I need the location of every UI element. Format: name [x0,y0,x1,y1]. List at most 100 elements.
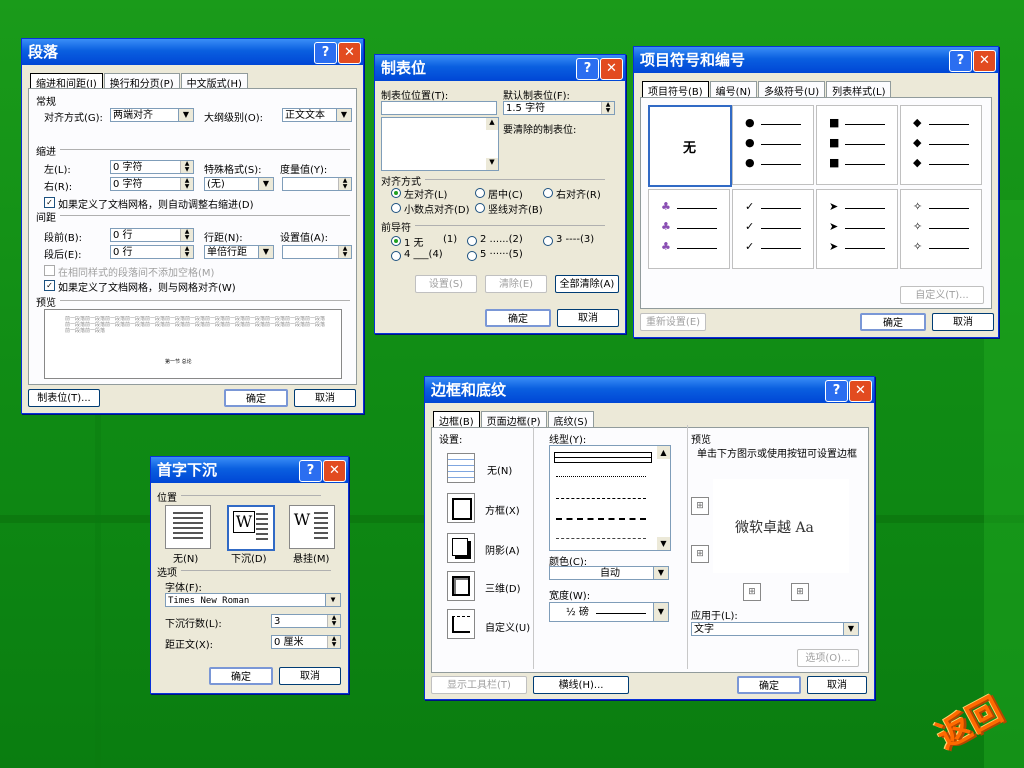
close-button[interactable]: ✕ [600,58,623,80]
position-input[interactable] [381,101,497,115]
spinner-icon[interactable]: ▲ ▼ [180,246,193,258]
setting-custom-icon[interactable] [447,609,475,639]
bullet-check-cell[interactable]: ✓ ✓ ✓ [732,189,814,269]
reset-button[interactable]: 重新设置(E) [640,313,706,331]
tabstops-button[interactable]: 制表位(T)... [28,389,100,407]
clear-all-button[interactable]: 全部清除(A) [555,275,619,293]
default-input[interactable]: 1.5 字符 ▲ ▼ [503,101,615,115]
bullet-arrow-cell[interactable]: ➤ ➤ ➤ [816,189,898,269]
custom-button[interactable]: 自定义(T)... [900,286,984,304]
help-button[interactable]: ? [576,58,599,80]
cancel-button[interactable]: 取消 [932,313,994,331]
scroll-up-icon[interactable]: ▲ [657,446,670,459]
return-button[interactable]: 返回 [930,690,1012,757]
line-style-list[interactable]: ▲ ▼ [549,445,671,551]
before-input[interactable]: 0 行 ▲ ▼ [110,228,194,242]
setval-input[interactable]: ▲ ▼ [282,245,352,259]
lines-input[interactable]: 3 ▲ ▼ [271,614,341,628]
border-left-button[interactable]: ⊞ [743,583,761,601]
bullet-diamond-cell[interactable]: ◆ ◆ ◆ [900,105,982,185]
tabstops-list[interactable]: ▲ ▼ [381,117,499,171]
close-button[interactable]: ✕ [323,460,346,482]
bullet-square-cell[interactable]: ■ ■ ■ [816,105,898,185]
options-button[interactable]: 选项(O)... [797,649,859,667]
ok-button[interactable]: 确定 [224,389,288,407]
bullet-dot-cell[interactable]: ● ● ● [732,105,814,185]
leader5-radio[interactable] [467,251,477,261]
spinner-icon[interactable]: ▲ ▼ [180,178,193,190]
border-right-button[interactable]: ⊞ [791,583,809,601]
scroll-down-icon[interactable]: ▼ [486,158,498,170]
borders-title-bar[interactable]: 边框和底纹 ? ✕ [425,377,874,403]
after-input[interactable]: 0 行 ▲ ▼ [110,245,194,259]
close-button[interactable]: ✕ [338,42,361,64]
line-spacing-select[interactable]: 单倍行距 ▼ [204,245,274,259]
font-select[interactable]: Times New Roman ▼ [165,593,341,607]
bullet-none-cell[interactable]: 无 [648,105,732,187]
no-space-checkbox[interactable] [44,265,55,276]
ok-button[interactable]: 确定 [860,313,926,331]
line-style-long-dash[interactable] [556,518,646,520]
spinner-icon[interactable]: ▲ ▼ [338,246,351,258]
help-button[interactable]: ? [949,50,972,72]
line-style-solid[interactable] [554,452,652,463]
align-select[interactable]: 两端对齐 ▼ [110,108,194,122]
align-left-radio[interactable] [391,188,401,198]
border-preview[interactable]: 微软卓越 Aa [713,479,849,573]
dropcap-title-bar[interactable]: 首字下沉 ? ✕ [151,457,348,483]
outline-select[interactable]: 正文文本 ▼ [282,108,352,122]
setting-3d-icon[interactable] [447,571,475,601]
cancel-button[interactable]: 取消 [294,389,356,407]
help-button[interactable]: ? [299,460,322,482]
bullet-star-cell[interactable]: ✧ ✧ ✧ [900,189,982,269]
ok-button[interactable]: 确定 [737,676,801,694]
clear-button[interactable]: 清除(E) [485,275,547,293]
dropcap-none-option[interactable] [165,505,211,549]
close-button[interactable]: ✕ [849,380,872,402]
align-bar-radio[interactable] [475,203,485,213]
spinner-icon[interactable]: ▲ ▼ [180,161,193,173]
show-toolbar-button[interactable]: 显示工具栏(T) [431,676,527,694]
dropcap-dropped-option[interactable]: W [227,505,275,551]
leader3-radio[interactable] [543,236,553,246]
horizontal-line-button[interactable]: 横线(H)... [533,676,629,694]
setting-shadow-icon[interactable] [447,533,475,563]
setting-none-icon[interactable] [447,453,475,483]
align-center-radio[interactable] [475,188,485,198]
bullet-club-cell[interactable]: ♣ ♣ ♣ [648,189,730,269]
help-button[interactable]: ? [825,380,848,402]
right-indent-input[interactable]: 0 字符 ▲ ▼ [110,177,194,191]
ok-button[interactable]: 确定 [485,309,551,327]
help-button[interactable]: ? [314,42,337,64]
setting-box-icon[interactable] [447,493,475,523]
leader2-radio[interactable] [467,236,477,246]
line-style-dash-dot[interactable] [556,538,646,539]
grid-align-checkbox[interactable]: ✓ [44,280,55,291]
width-select[interactable]: ½ 磅 ▼ [549,602,669,622]
paragraph-title-bar[interactable]: 段落 ? ✕ [22,39,363,65]
line-style-dotted[interactable] [556,476,646,477]
special-select[interactable]: (无) ▼ [204,177,274,191]
spinner-icon[interactable]: ▲ ▼ [601,102,614,114]
apply-select[interactable]: 文字 ▼ [691,622,859,636]
spinner-icon[interactable]: ▲ ▼ [180,229,193,241]
dropcap-margin-option[interactable]: W [289,505,335,549]
leader4-radio[interactable] [391,251,401,261]
spinner-icon[interactable]: ▲ ▼ [327,615,340,627]
cancel-button[interactable]: 取消 [557,309,619,327]
set-button[interactable]: 设置(S) [415,275,477,293]
scroll-down-icon[interactable]: ▼ [657,537,670,550]
border-top-button[interactable]: ⊞ [691,497,709,515]
color-select[interactable]: 自动 ▼ [549,566,669,580]
spinner-icon[interactable]: ▲ ▼ [327,636,340,648]
scroll-up-icon[interactable]: ▲ [486,118,498,130]
ok-button[interactable]: 确定 [209,667,273,685]
close-button[interactable]: ✕ [973,50,996,72]
border-bottom-button[interactable]: ⊞ [691,545,709,563]
align-decimal-radio[interactable] [391,203,401,213]
leader1-radio[interactable] [391,236,401,246]
cancel-button[interactable]: 取消 [279,667,341,685]
align-right-radio[interactable] [543,188,553,198]
tabstops-title-bar[interactable]: 制表位 ? ✕ [375,55,625,81]
bullets-title-bar[interactable]: 项目符号和编号 ? ✕ [634,47,998,73]
